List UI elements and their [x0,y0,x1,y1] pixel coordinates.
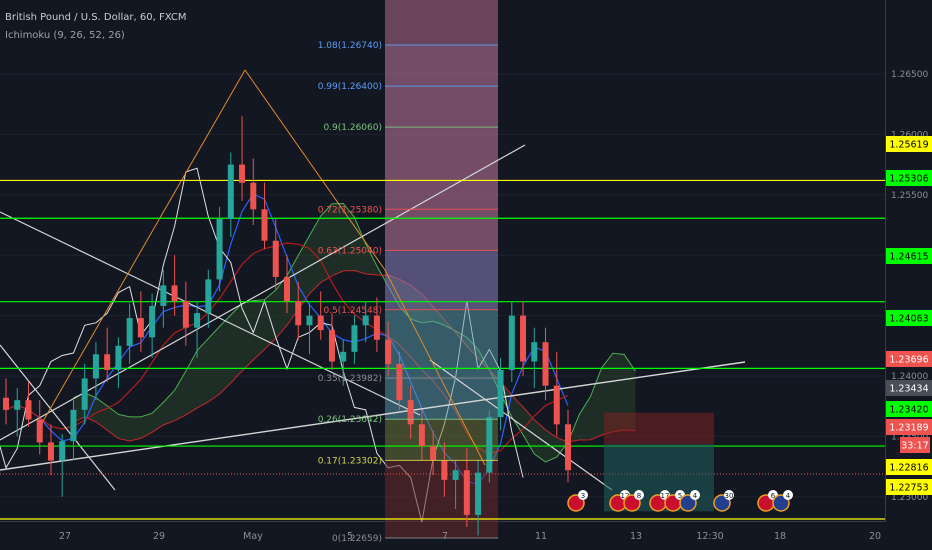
candle-body [104,354,111,370]
time-tick-label: 7 [442,531,448,542]
candle-body [92,354,99,379]
fib-zone-upper [385,45,498,251]
candle-body [295,301,302,326]
candle-body [508,315,515,370]
price-tag-label: 1.23420 [889,405,928,416]
candle-body [137,318,144,338]
candle-body [542,342,549,386]
candle-body [486,417,493,473]
time-tick-label: 18 [774,531,786,542]
fib-level-label: 0.26(1.23642) [318,415,382,425]
fib-level-label: 0.17(1.23302) [318,456,382,466]
candle-body [149,305,156,338]
fib-level-label: 0.63(1.25040) [318,246,382,256]
event-count-label: 4 [786,492,791,500]
candle-body [25,400,32,420]
candle-body [497,369,504,418]
event-count-label: 4 [693,492,698,500]
candle-body [250,182,257,210]
indicator-title[interactable]: Ichimoku (9, 26, 52, 26) [5,30,125,41]
event-count-label: 8 [637,492,641,500]
candle-body [430,446,437,461]
time-tick-label: 27 [59,531,71,542]
candle-body [340,351,347,362]
candle-body [452,470,459,480]
candle-body [115,345,122,370]
event-count-label: 3 [581,492,585,500]
fib-level-label: 0.35(1.23982) [318,374,382,384]
price-tag-label: 1.22753 [889,483,928,494]
candle-body [520,315,527,362]
time-tick-label: 12:30 [696,531,723,542]
candle-body [328,330,335,362]
candle-body [553,385,560,425]
price-tag-label: 1.25619 [889,140,928,151]
event-count-label: 30 [725,492,734,500]
candle-body [351,325,358,352]
candle-body [407,400,414,425]
time-tick-label: May [243,531,263,542]
candle-body [81,378,88,410]
candle-body [216,218,223,280]
candle-body [475,472,482,515]
candle-body [418,424,425,447]
candle-body [317,315,324,331]
price-tag-label: 1.23434 [889,384,928,395]
candle-body [261,209,268,241]
candle-body [47,442,54,461]
price-chart[interactable]: 1.08(1.26740) 0.99(1.26400) 0.9(1.26060) 0.… [0,0,932,550]
stop-zone [604,412,714,445]
fib-level-label: 0(1.22659) [332,534,382,544]
price-tag-label: 1.25306 [889,174,928,185]
candle-body [531,342,538,362]
price-tick-label: 1.25500 [891,191,928,201]
candle-body [306,315,313,326]
time-tick-label: 11 [535,531,547,542]
fib-level-label: 0.99(1.26400) [318,82,382,92]
candle-body [171,285,178,302]
candle-body [272,240,279,277]
candle-body [3,397,9,410]
candle-body [59,441,66,461]
fib-level-label: 0.72(1.25380) [318,205,382,215]
candle-body [463,470,470,515]
candle-body [205,279,212,314]
fib-zone-top [385,0,498,46]
fib-level-label: 1.08(1.26740) [318,41,382,51]
candle-body [441,460,448,480]
time-tick-label: 13 [630,531,642,542]
candle-body [362,315,369,326]
candle-body [227,164,234,219]
time-tick-label: 29 [153,531,165,542]
price-tag-label: 1.22816 [889,463,928,474]
candle-body [70,409,77,442]
time-tick-label: 20 [869,531,881,542]
candle-body [373,315,380,340]
time-tick-label: 5 [347,531,353,542]
candle-body [126,318,133,346]
candle-body [182,301,189,328]
candle-body [194,313,201,328]
candle-body [284,276,290,302]
fib-zone-low [385,419,498,461]
price-tag-label: 1.24615 [889,252,928,263]
candle-body [36,419,43,443]
price-tag-label: 1.24063 [889,314,928,325]
price-tick-label: 1.26500 [891,70,928,80]
fib-level-label: 0.5(1.24548) [323,306,382,316]
fib-level-label: 0.9(1.26060) [323,123,382,133]
candle-body [160,285,167,306]
candle-body [385,339,392,364]
candle-body [239,164,246,183]
candle-body [14,400,21,410]
candle-body [396,363,403,401]
symbol-title: British Pound / U.S. Dollar, 60, FXCM [5,12,187,23]
price-tag-label: 1.23696 [889,355,928,366]
price-tag-label: 1.23189 [889,423,928,434]
price-tag-label: 33:17 [901,441,928,452]
fib-zone-mid [385,250,498,310]
candle-body [565,424,571,471]
